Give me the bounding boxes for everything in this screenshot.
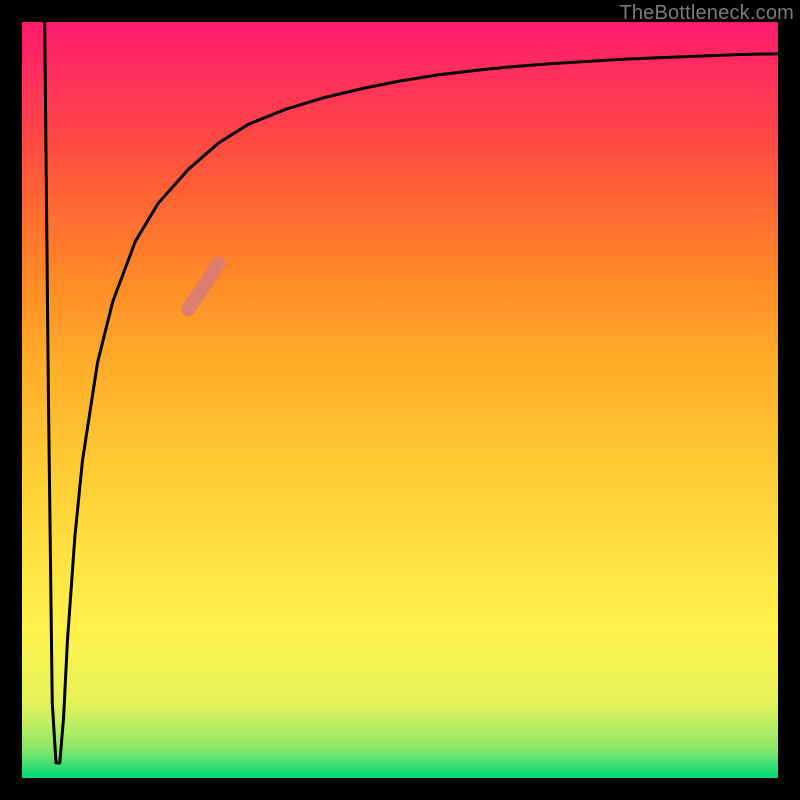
- chart-frame: TheBottleneck.com: [0, 0, 800, 800]
- highlight-segment: [188, 264, 218, 309]
- bottleneck-curve: [45, 22, 778, 763]
- chart-svg: [22, 22, 778, 778]
- plot-area: [22, 22, 778, 778]
- attribution-text: TheBottleneck.com: [619, 2, 794, 25]
